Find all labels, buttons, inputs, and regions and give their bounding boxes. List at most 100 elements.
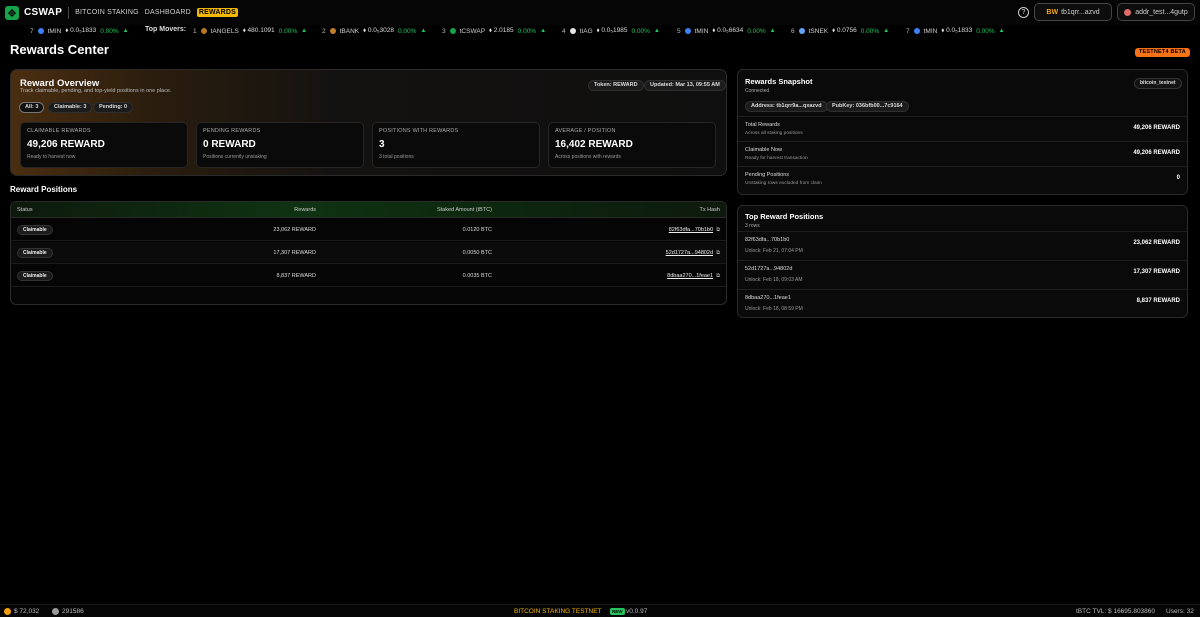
ticker-price: ⬧ 0.0₅3028 (363, 27, 394, 34)
ticker-item[interactable]: 6 tSNEK ⬧ 0.0756 0.00% ▲ (791, 27, 889, 35)
network-label: BITCOIN STAKING TESTNET (514, 608, 602, 615)
brand-name[interactable]: CSWAP (24, 7, 62, 18)
ticker-rank: 1 (193, 27, 197, 35)
token-pill: Token: REWARD (588, 80, 644, 91)
users-count: Users: 32 (1166, 608, 1194, 615)
stat-value: 49,206 REWARD (27, 139, 105, 150)
ticker-price: ⬧ 0.0₅1833 (941, 27, 973, 34)
rewards-cell: 17,307 REWARD (273, 250, 316, 256)
up-arrow-icon: ▲ (540, 28, 547, 34)
top-position-row[interactable]: 8dbaa270...1feae1 Unlock: Feb 18, 08:59 … (738, 289, 1187, 318)
ticker-rank: 6 (791, 27, 795, 35)
ticker-item[interactable]: 1 tANGELS ⬧ 480.1091 0.00% ▲ (193, 27, 307, 35)
btc-wallet-button[interactable]: BW tb1qrr...azvd (1034, 3, 1112, 21)
ticker-price: ⬧ 0.0756 (832, 27, 857, 34)
page-title: Rewards Center (10, 42, 109, 57)
ticker-item[interactable]: 7 tMIN ⬧ 0.0₅1833 0.00% ▲ (906, 27, 1005, 35)
ticker-change: 0.00% (398, 27, 417, 35)
top-position-hash: 8dbaa270...1feae1 (745, 295, 791, 301)
staked-cell: 0.0120 BTC (462, 227, 492, 233)
btc-wallet-prefix: BW (1046, 8, 1059, 16)
stat-sub: Positions currently unstaking (203, 154, 267, 160)
snapshot-value: 49,206 REWARD (1133, 125, 1180, 131)
ticker-item[interactable]: 5 tMIN ⬧ 0.0₅6634 0.00% ▲ (677, 27, 776, 35)
token-icon (329, 28, 336, 34)
help-icon[interactable]: ? (1018, 7, 1029, 18)
status-badge: Claimable (17, 225, 53, 235)
token-icon (200, 28, 207, 34)
nav-link-dashboard[interactable]: DASHBOARD (145, 9, 191, 16)
top-position-hash: 52d1727a...94802d (745, 266, 793, 272)
app-version: v0.0.97 (626, 608, 648, 615)
pubkey-pill[interactable]: PubKey: 036bfb00...7c9164 (826, 101, 909, 112)
ticker-price: ⬧ 2.0185 (489, 27, 514, 34)
network-pill: bitcoin_testnet (1134, 78, 1182, 89)
filter-claimable[interactable]: Claimable: 3 (48, 102, 93, 113)
ticker-item[interactable]: 3 tCSWAP ⬧ 2.0185 0.00% ▲ (442, 27, 546, 35)
ticker-name: tIAG (579, 27, 593, 35)
snapshot-row-claimable: Claimable Now Ready for harvest transact… (738, 141, 1187, 166)
ticker-item[interactable]: 2 tBANK ⬧ 0.0₅3028 0.00% ▲ (322, 27, 426, 35)
stat-card-average: Average / Position 16,402 REWARD Across … (548, 122, 716, 168)
table-row[interactable]: Claimable 23,062 REWARD 0.0120 BTC 82f63… (11, 219, 726, 241)
table-row[interactable]: Claimable 8,837 REWARD 0.0035 BTC 8dbaa2… (11, 265, 726, 287)
header-rewards: Rewards (294, 207, 316, 213)
reward-positions-title: Reward Positions (10, 185, 78, 194)
table-row[interactable]: Claimable 17,307 REWARD 0.0050 BTC 52d17… (11, 242, 726, 264)
external-link-icon[interactable]: ⧉ (716, 250, 720, 257)
stat-value: 3 (379, 139, 385, 150)
external-link-icon[interactable]: ⧉ (716, 273, 720, 280)
ticker-item[interactable]: 7 tMIN ⬧ 0.0₅1833 0.00% ▲ (30, 27, 129, 35)
stat-label: Pending Rewards (203, 128, 261, 134)
snapshot-desc: Unstaking rows excluded from claim (745, 181, 822, 186)
rewards-cell: 23,062 REWARD (273, 227, 316, 233)
reward-overview-panel: Reward Overview Track claimable, pending… (10, 69, 727, 176)
ticker-price: ⬧ 0.0₅1833 (65, 27, 97, 34)
top-position-value: 8,837 REWARD (1136, 298, 1180, 304)
token-icon (569, 28, 576, 34)
filter-pending[interactable]: Pending: 0 (93, 102, 134, 113)
rewards-cell: 8,837 REWARD (276, 273, 316, 279)
stat-sub: 3 total positions (379, 154, 414, 160)
external-link-icon[interactable]: ⧉ (716, 227, 720, 234)
tx-hash-link[interactable]: 52d1727a...94802d (666, 250, 713, 256)
address-pill[interactable]: Address: tb1qrr9a...qxazvd (745, 101, 828, 112)
rewards-snapshot-panel: Rewards Snapshot Connected bitcoin_testn… (737, 69, 1188, 195)
tx-hash-link[interactable]: 8dbaa270...1feae1 (667, 273, 713, 279)
up-arrow-icon: ▲ (883, 28, 890, 34)
nav-link-bitcoin-staking[interactable]: BITCOIN STAKING (75, 9, 139, 16)
nav-link-rewards[interactable]: REWARDS (196, 8, 239, 17)
snapshot-value: 49,206 REWARD (1133, 150, 1180, 156)
tx-hash-cell: 82f63dfa...70b1b0 ⧉ (669, 227, 720, 234)
top-position-value: 17,307 REWARD (1133, 269, 1180, 275)
ticker-rank: 7 (906, 27, 910, 35)
up-arrow-icon: ▲ (653, 28, 660, 34)
top-position-row[interactable]: 82f63dfa...70b1b0 Unlock: Feb 21, 07:04 … (738, 231, 1187, 260)
ticker-rank: 4 (562, 27, 566, 35)
staked-cell: 0.0035 BTC (462, 273, 492, 279)
top-reward-positions-panel: Top Reward Positions 3 rows 82f63dfa...7… (737, 205, 1188, 318)
header-tx-hash: Tx Hash (699, 207, 720, 213)
ticker-change: 0.00% (631, 27, 650, 35)
cswap-logo-icon[interactable] (5, 5, 19, 20)
snapshot-value: 0 (1176, 175, 1180, 181)
ticker-change: 0.00% (747, 27, 766, 35)
top-position-row[interactable]: 52d1727a...94802d Unlock: Feb 18, 09:03 … (738, 260, 1187, 289)
testnet-beta-badge: TESTNET4 BETA (1135, 48, 1190, 57)
tx-hash-link[interactable]: 82f63dfa...70b1b0 (669, 227, 713, 233)
ordinals-wallet-button[interactable]: addr_test...4gutp (1117, 3, 1195, 21)
ticker-change: 0.00% (517, 27, 537, 35)
top-position-unlock: Unlock: Feb 18, 08:59 PM (745, 306, 803, 312)
stat-card-positions: Positions With Rewards 3 3 total positio… (372, 122, 540, 168)
status-badge: Claimable (17, 248, 53, 258)
new-badge: NEW (610, 608, 625, 615)
top-position-unlock: Unlock: Feb 18, 09:03 AM (745, 277, 803, 283)
top-position-hash: 82f63dfa...70b1b0 (745, 237, 790, 243)
tvl-readout: tBTC TVL: $ 16695.803860 (1076, 608, 1156, 615)
tx-hash-cell: 52d1727a...94802d ⧉ (666, 250, 720, 257)
filter-all[interactable]: All: 3 (19, 102, 45, 113)
bitcoin-icon (4, 608, 11, 615)
ticker-item[interactable]: 4 tIAG ⬧ 0.0₅1985 0.00% ▲ (562, 27, 660, 35)
top-positions-title: Top Reward Positions (745, 212, 824, 221)
snapshot-desc: Ready for harvest transaction (745, 156, 808, 161)
